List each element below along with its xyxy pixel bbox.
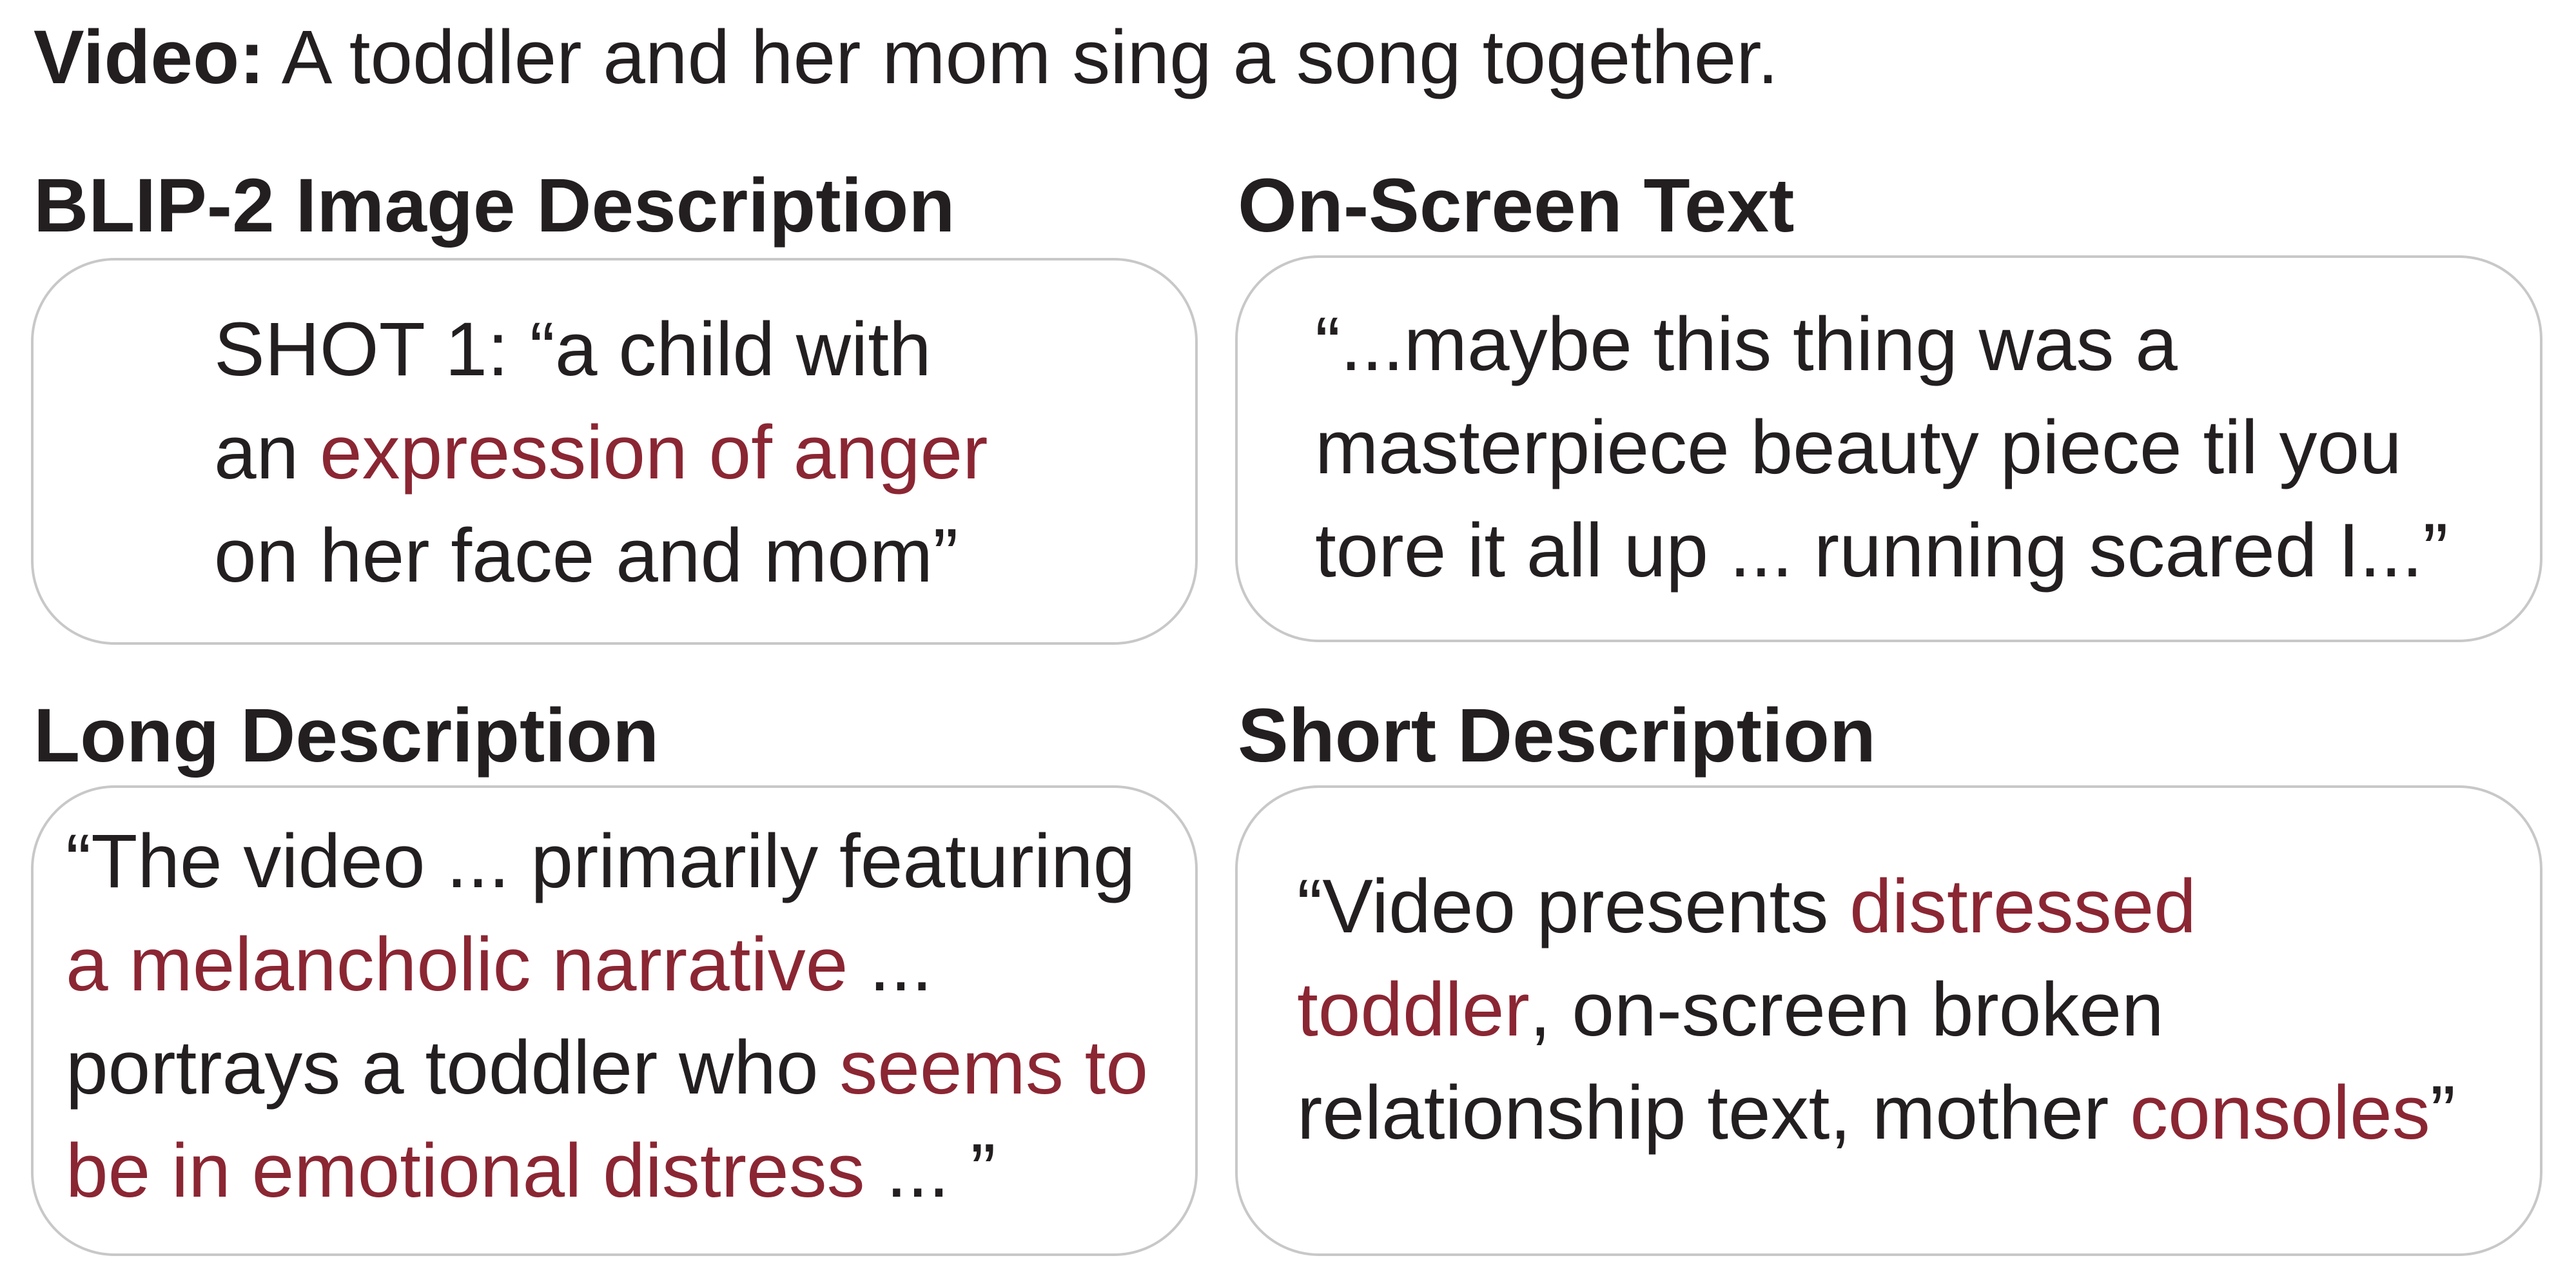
blip-heading: BLIP-2 Image Description: [34, 163, 955, 248]
highlighted-phrase: seems to: [839, 1025, 1149, 1110]
text-segment: ... ”: [864, 1128, 996, 1213]
onscreen-line: masterpiece beauty piece til you: [1315, 396, 2448, 499]
onscreen-box: “...maybe this thing was a masterpiece be…: [1235, 255, 2542, 642]
short-heading: Short Description: [1238, 693, 1876, 778]
text-segment: “...maybe this thing was a: [1315, 302, 2178, 387]
highlighted-phrase: be in emotional distress: [66, 1128, 865, 1213]
onscreen-heading: On-Screen Text: [1238, 163, 1795, 248]
text-segment: “The video ... primarily featuring: [66, 819, 1136, 904]
short-line: relationship text, mother consoles”: [1297, 1061, 2455, 1164]
highlighted-phrase: a melancholic narrative: [66, 922, 848, 1007]
text-segment: masterpiece beauty piece til you: [1315, 405, 2402, 490]
highlighted-phrase: expression of anger: [320, 410, 988, 495]
long-line: portrays a toddler who seems to: [66, 1016, 1148, 1119]
short-line: “Video presents distressed: [1297, 855, 2455, 958]
text-segment: portrays a toddler who: [66, 1025, 840, 1110]
text-segment: “Video presents: [1297, 864, 1850, 949]
short-line: toddler, on-screen broken: [1297, 958, 2455, 1061]
blip-text: SHOT 1: “a child with an expression of an…: [214, 298, 988, 607]
onscreen-line: tore it all up ... running scared I...”: [1315, 499, 2448, 602]
text-segment: relationship text, mother: [1297, 1070, 2131, 1155]
short-text: “Video presents distressed toddler, on-sc…: [1297, 855, 2455, 1164]
text-segment: , on-screen broken: [1529, 967, 2164, 1052]
highlighted-phrase: distressed: [1849, 864, 2196, 949]
short-box: “Video presents distressed toddler, on-sc…: [1235, 785, 2542, 1256]
video-caption: Video: A toddler and her mom sing a song…: [34, 9, 1779, 106]
long-line: be in emotional distress ... ”: [66, 1119, 1148, 1222]
blip-line: on her face and mom”: [214, 504, 988, 607]
long-heading: Long Description: [34, 693, 659, 778]
blip-line: an expression of anger: [214, 401, 988, 504]
video-label: Video:: [34, 15, 265, 100]
text-segment: tore it all up ... running scared I...”: [1315, 508, 2448, 593]
long-text: “The video ... primarily featuring a mela…: [66, 810, 1148, 1222]
text-segment: SHOT 1: “a child with: [214, 307, 932, 392]
long-line: “The video ... primarily featuring: [66, 810, 1148, 913]
blip-line: SHOT 1: “a child with: [214, 298, 988, 401]
long-line: a melancholic narrative ...: [66, 913, 1148, 1016]
highlighted-phrase: consoles: [2130, 1070, 2430, 1155]
onscreen-text: “...maybe this thing was a masterpiece be…: [1315, 293, 2448, 602]
text-segment: an: [214, 410, 320, 495]
text-segment: on her face and mom”: [214, 513, 959, 598]
text-segment: ”: [2430, 1070, 2456, 1155]
video-text: A toddler and her mom sing a song togeth…: [264, 15, 1779, 100]
onscreen-line: “...maybe this thing was a: [1315, 293, 2448, 396]
highlighted-phrase: toddler: [1297, 967, 1530, 1052]
text-segment: ...: [848, 922, 933, 1007]
long-box: “The video ... primarily featuring a mela…: [31, 785, 1198, 1256]
blip-box: SHOT 1: “a child with an expression of an…: [31, 258, 1198, 645]
